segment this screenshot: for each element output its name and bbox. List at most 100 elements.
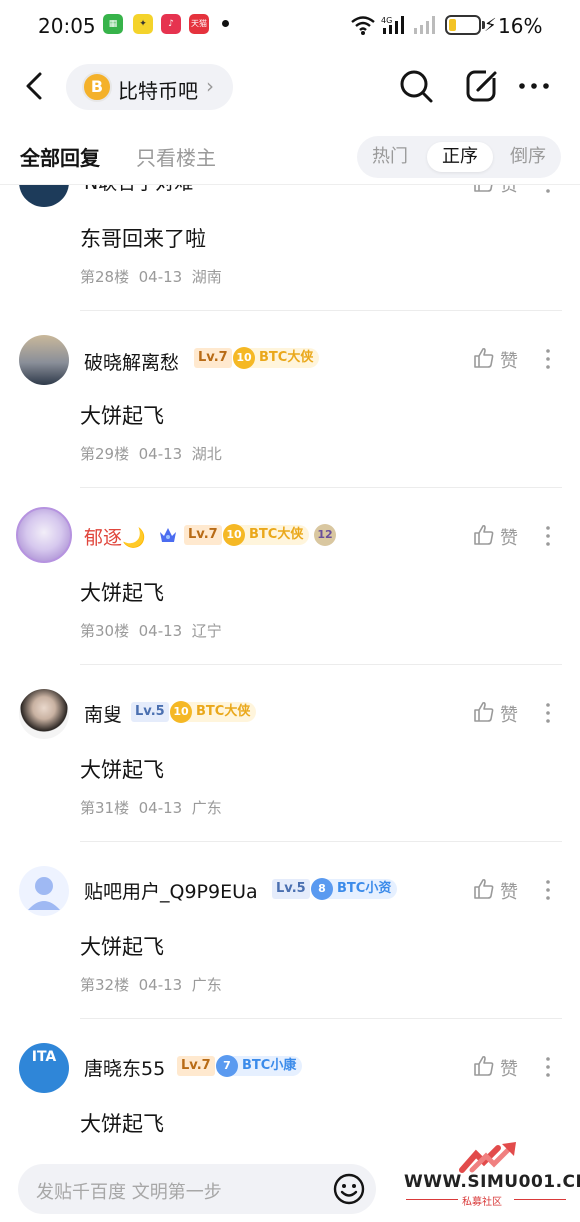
title-level: 7	[216, 1055, 238, 1077]
floor-number: 第29楼	[80, 445, 130, 463]
like-label: 赞	[500, 351, 518, 372]
title-text: BTC小资	[337, 881, 392, 896]
reply-location: 辽宁	[191, 622, 222, 640]
title-badge: 10 BTC大侠	[223, 524, 310, 546]
thumbs-up-icon	[474, 878, 494, 899]
watermark-subtext: 私募社区	[462, 1197, 502, 1208]
like-label: 赞	[500, 1059, 518, 1080]
honor-badge: 12	[314, 524, 336, 546]
title-text: BTC大侠	[259, 350, 314, 365]
search-icon[interactable]	[396, 66, 436, 106]
level-badge: Lv.7	[194, 348, 232, 368]
thumbs-up-icon	[474, 1055, 494, 1076]
sort-descending[interactable]: 倒序	[495, 142, 561, 172]
more-dots-icon[interactable]	[540, 700, 556, 726]
title-text: BTC大侠	[196, 704, 251, 719]
more-dots-icon[interactable]	[540, 185, 556, 196]
default-avatar-icon	[28, 877, 60, 910]
avatar[interactable]	[19, 335, 69, 385]
reply-placeholder: 发贴千百度 文明第一步	[36, 1182, 222, 1203]
title-level: 10	[233, 347, 255, 369]
app-green-icon: ▦	[103, 14, 123, 34]
charging-icon: ⚡	[484, 15, 497, 36]
avatar[interactable]	[19, 866, 69, 916]
reply-date: 04-13	[138, 622, 183, 640]
username[interactable]: 贴吧用户_Q9P9EUa	[84, 877, 258, 904]
reply-input[interactable]: 发贴千百度 文明第一步	[18, 1164, 376, 1214]
battery-icon	[445, 15, 481, 35]
app-yellow-icon: ✦	[133, 14, 153, 34]
reply-location: 广东	[191, 976, 222, 994]
reply-content: 大饼起飞	[80, 758, 164, 782]
emoji-icon[interactable]	[332, 1172, 366, 1206]
title-badge: 10 BTC大侠	[170, 701, 257, 723]
like-label: 赞	[500, 528, 518, 549]
username[interactable]: 南叟	[84, 700, 122, 727]
title-level: 10	[223, 524, 245, 546]
avatar[interactable]: ITA	[19, 1043, 69, 1093]
reply-item: 贴吧用户_Q9P9EUa Lv.5 8 BTC小资 赞 大饼起飞 第32楼 04-…	[0, 841, 580, 1019]
username[interactable]: N联合子对难	[84, 185, 193, 195]
app-music-icon: ♪	[161, 14, 181, 34]
title-badge: 10 BTC大侠	[233, 347, 320, 369]
reply-date: 04-13	[138, 976, 183, 994]
like-button[interactable]: 赞	[472, 185, 522, 196]
reply-content: 大饼起飞	[80, 1112, 164, 1136]
floor-number: 第30楼	[80, 622, 130, 640]
username[interactable]: 唐晓东55	[84, 1054, 165, 1081]
title-level: 8	[311, 878, 333, 900]
username[interactable]: 破晓解离愁	[84, 348, 179, 375]
more-dots-icon[interactable]	[540, 346, 556, 372]
title-level: 10	[170, 701, 192, 723]
avatar[interactable]	[19, 689, 69, 739]
sort-toggle: 热门 正序 倒序	[357, 136, 561, 178]
like-button[interactable]: 赞	[472, 523, 522, 549]
title-badge: 8 BTC小资	[311, 878, 398, 900]
sort-hot[interactable]: 热门	[357, 142, 423, 172]
reply-item: ITA 唐晓东55 Lv.7 7 BTC小康 赞 大饼起飞	[0, 1018, 580, 1150]
reply-meta: 第30楼 04-13 辽宁	[80, 620, 222, 641]
reply-date: 04-13	[138, 445, 183, 463]
reply-content: 东哥回来了啦	[80, 227, 206, 251]
reply-item: N联合子对难 赞 东哥回来了啦 第28楼 04-13 湖南	[0, 185, 580, 311]
reply-item: 南叟 Lv.5 10 BTC大侠 赞 大饼起飞 第31楼 04-13 广东	[0, 664, 580, 842]
avatar-text: ITA	[31, 1049, 57, 1065]
floor-number: 第31楼	[80, 799, 130, 817]
watermark-logo-icon	[459, 1142, 516, 1173]
reply-item: 郁逐🌙 Lv.7 10 BTC大侠 12 赞 大饼起飞 第30楼 04-13 辽宁	[0, 487, 580, 665]
tab-op-only[interactable]: 只看楼主	[136, 142, 216, 171]
reply-meta: 第32楼 04-13 广东	[80, 974, 222, 995]
avatar[interactable]	[16, 507, 72, 563]
more-icon[interactable]	[514, 66, 554, 106]
sort-ascending[interactable]: 正序	[427, 142, 493, 172]
title-badge: 7 BTC小康	[216, 1055, 303, 1077]
reply-item: 破晓解离愁 Lv.7 10 BTC大侠 赞 大饼起飞 第29楼 04-13 湖北	[0, 310, 580, 488]
reply-date: 04-13	[138, 799, 183, 817]
like-button[interactable]: 赞	[472, 700, 522, 726]
notification-dot	[222, 20, 229, 27]
edit-icon[interactable]	[462, 66, 502, 106]
reply-content: 大饼起飞	[80, 581, 164, 605]
thumbs-up-icon	[474, 701, 494, 722]
like-button[interactable]: 赞	[472, 877, 522, 903]
tab-all-replies[interactable]: 全部回复	[20, 142, 100, 171]
network-type: 4G	[381, 16, 392, 25]
more-dots-icon[interactable]	[540, 523, 556, 549]
more-dots-icon[interactable]	[540, 877, 556, 903]
nav-bar: B 比特币吧 ›	[0, 56, 580, 120]
chevron-right-icon: ›	[206, 74, 214, 98]
floor-number: 第32楼	[80, 976, 130, 994]
like-button[interactable]: 赞	[472, 1054, 522, 1080]
like-button[interactable]: 赞	[472, 346, 522, 372]
reply-location: 广东	[191, 799, 222, 817]
forum-pill[interactable]: B 比特币吧 ›	[66, 64, 233, 110]
username[interactable]: 郁逐🌙	[84, 523, 146, 550]
bottom-bar: 发贴千百度 文明第一步 WWW.SIMU001.CN 私募社区	[0, 1142, 580, 1222]
more-dots-icon[interactable]	[540, 1054, 556, 1080]
avatar[interactable]	[19, 185, 69, 207]
level-badge: Lv.5	[272, 879, 310, 899]
tab-row: 全部回复 只看楼主 热门 正序 倒序	[0, 130, 580, 186]
app-tmall-icon: 天猫	[189, 14, 209, 34]
reply-feed[interactable]: N联合子对难 赞 东哥回来了啦 第28楼 04-13 湖南 破晓解离愁 Lv.7…	[0, 185, 580, 1150]
back-button[interactable]	[18, 66, 54, 106]
